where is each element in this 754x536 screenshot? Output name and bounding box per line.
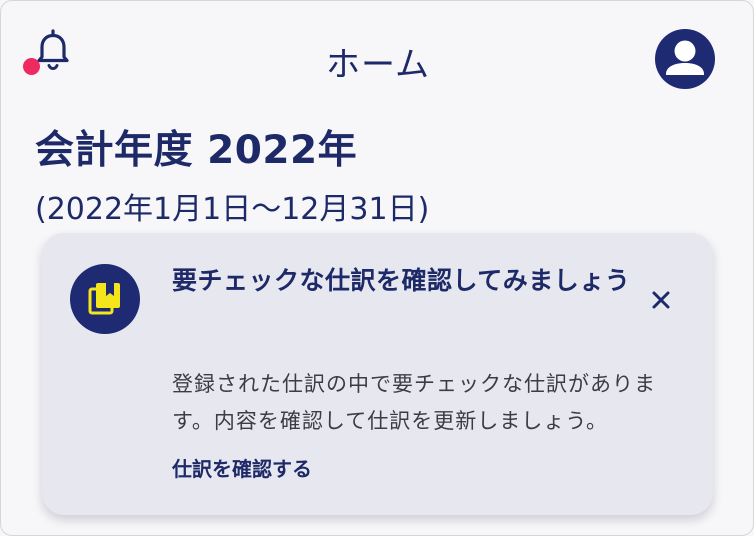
alert-card-body: 登録された仕訳の中で要チェックな仕訳があります。内容を確認して仕訳を更新しましょ… (172, 372, 656, 433)
alert-close-button[interactable] (646, 285, 676, 315)
fiscal-year-title: 会計年度 2022年 (35, 128, 358, 173)
alert-card-title: 要チェックな仕訳を確認してみましょう (172, 266, 631, 295)
close-icon (652, 291, 670, 309)
profile-button[interactable] (655, 29, 715, 89)
top-app-bar: ホーム (1, 1, 754, 113)
alert-card: 要チェックな仕訳を確認してみましょう 登録された仕訳の中で要チェックな仕訳があり… (42, 233, 713, 515)
app-frame: ホーム 会計年度 2022年 (2022年1月1日〜12月31日) 要チェックな… (0, 0, 754, 536)
journal-bookmark-icon (88, 283, 120, 315)
user-avatar-icon (666, 40, 704, 75)
fiscal-year-range: (2022年1月1日〜12月31日) (35, 192, 430, 227)
review-journal-link[interactable]: 仕訳を確認する (172, 453, 312, 482)
alert-card-icon-badge (70, 264, 140, 334)
page-title: ホーム (326, 45, 430, 85)
